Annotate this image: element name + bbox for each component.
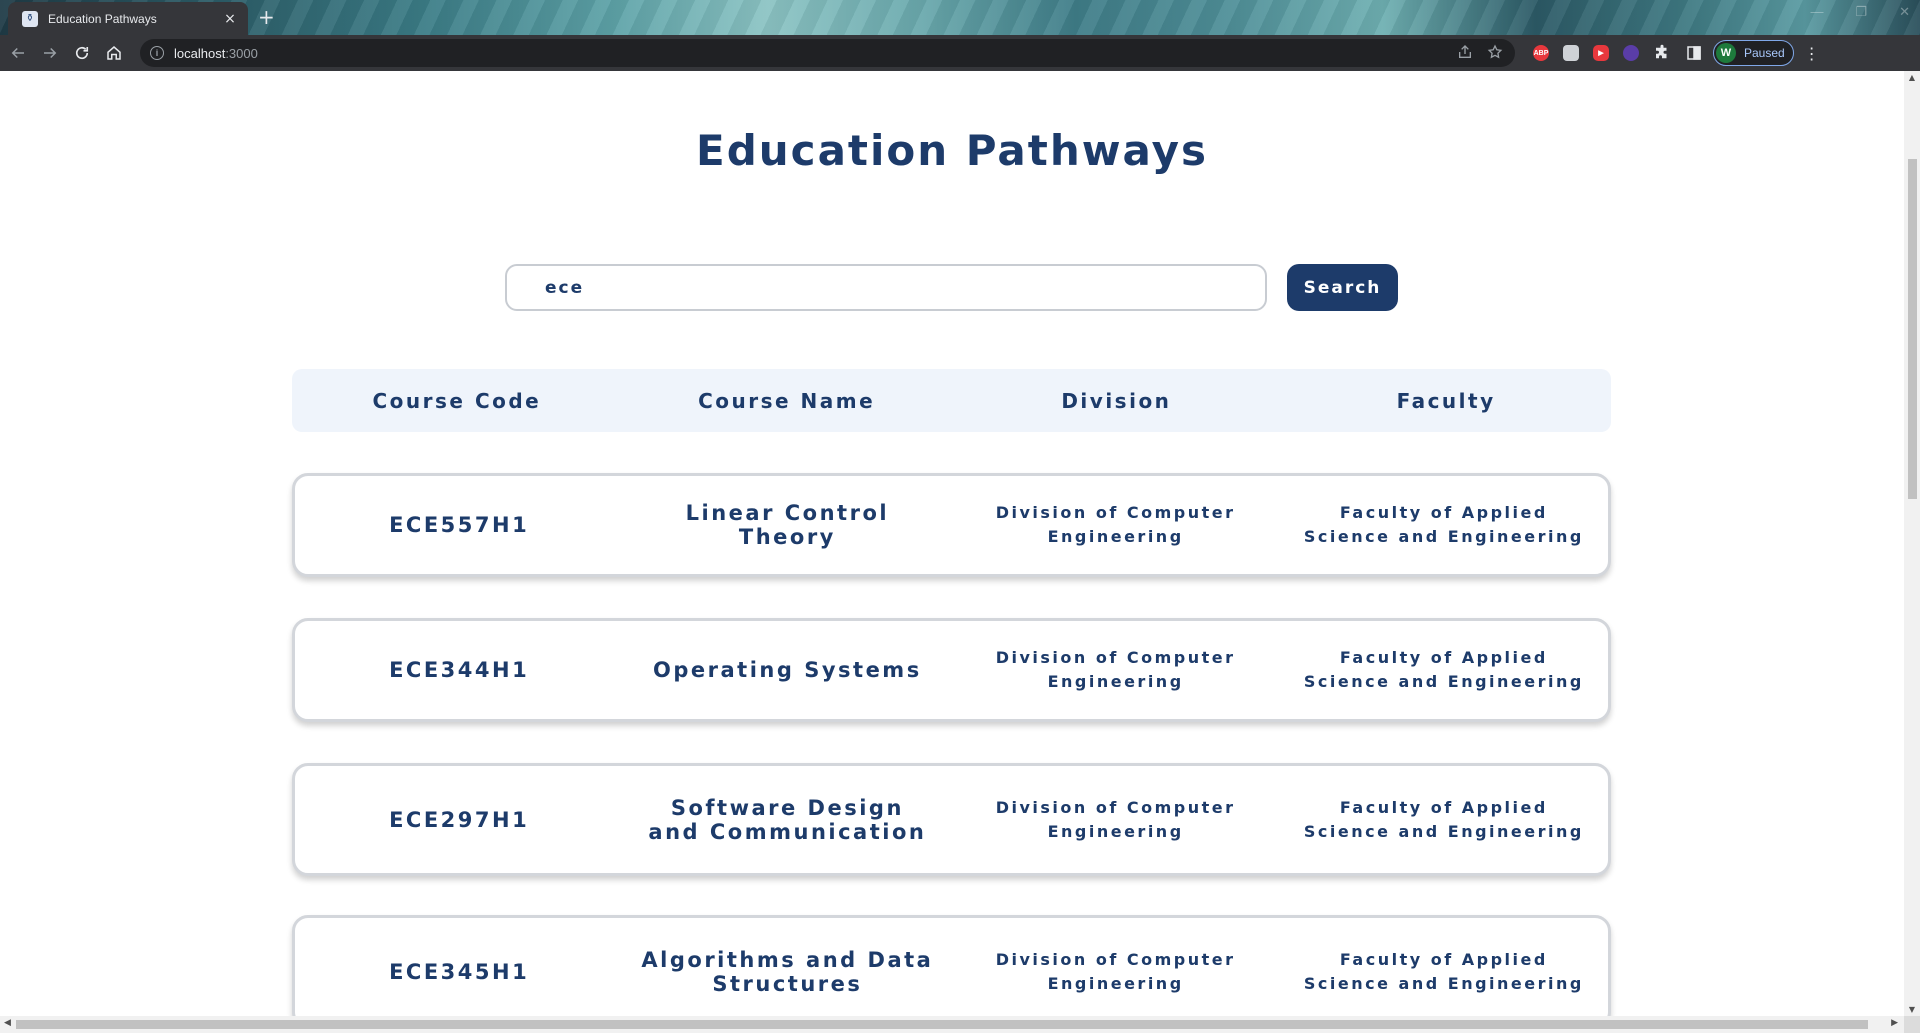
page-viewport: Education Pathways ece Search Course Cod… (0, 71, 1904, 1016)
minimize-icon[interactable]: — (1810, 4, 1823, 20)
extension-red-icon[interactable]: ▶ (1593, 45, 1609, 61)
new-tab-button[interactable]: + (258, 6, 275, 28)
address-bar[interactable]: i localhost:3000 (140, 39, 1515, 67)
extension-globe-icon[interactable] (1623, 45, 1639, 61)
course-row[interactable]: ECE344H1 Operating Systems Division of C… (292, 618, 1611, 722)
page-title: Education Pathways (696, 126, 1208, 175)
course-code: ECE297H1 (389, 807, 530, 832)
forward-icon (44, 47, 57, 59)
window-controls: — ❐ ✕ (1810, 4, 1910, 20)
course-name: Linear Control Theory (685, 501, 890, 549)
header-faculty: Faculty (1396, 388, 1496, 413)
scroll-right-arrow-icon[interactable]: ▶ (1891, 1018, 1898, 1028)
profile-status: Paused (1744, 46, 1785, 60)
course-row[interactable]: ECE557H1 Linear Control Theory Division … (292, 473, 1611, 577)
maximize-icon[interactable]: ❐ (1855, 4, 1867, 20)
browser-tab-active[interactable]: ⚱ Education Pathways × (8, 2, 248, 35)
extension-gray-icon[interactable] (1563, 45, 1579, 61)
browser-toolbar: i localhost:3000 ABP ▶ W Paused ⋮ (0, 35, 1920, 71)
vertical-scroll-thumb[interactable] (1908, 159, 1917, 499)
profile-avatar: W (1716, 43, 1736, 63)
results-table-header: Course Code Course Name Division Faculty (292, 369, 1611, 432)
back-button[interactable] (4, 39, 32, 67)
share-icon[interactable] (1457, 44, 1473, 60)
omnibox-actions (1457, 44, 1503, 60)
course-code: ECE557H1 (389, 513, 530, 537)
home-icon (107, 46, 121, 60)
course-faculty: Faculty of Applied Science and Engineeri… (1303, 648, 1584, 691)
extensions-area: ABP ▶ (1533, 44, 1703, 62)
header-course-name: Course Name (698, 388, 876, 413)
puzzle-icon[interactable] (1653, 44, 1671, 62)
search-row: ece Search (505, 264, 1398, 311)
course-division: Division of Computer Engineering (995, 797, 1236, 841)
reload-icon (75, 46, 89, 60)
home-button[interactable] (100, 39, 128, 67)
profile-button[interactable]: W Paused (1713, 40, 1794, 66)
tab-close-icon[interactable]: × (222, 11, 238, 27)
tab-favicon-icon: ⚱ (22, 10, 38, 27)
browser-titlebar: ⚱ Education Pathways × + — ❐ ✕ (0, 0, 1920, 35)
scroll-left-arrow-icon[interactable]: ◀ (4, 1018, 11, 1028)
back-icon (11, 47, 24, 59)
horizontal-scroll-thumb[interactable] (16, 1020, 1868, 1029)
course-faculty: Faculty of Applied Science and Engineeri… (1303, 503, 1584, 546)
course-division: Division of Computer Engineering (995, 648, 1236, 691)
course-code: ECE344H1 (389, 658, 530, 682)
vertical-scrollbar[interactable]: ▲ ▼ (1904, 71, 1920, 1016)
course-name: Software Design and Communication (648, 795, 927, 844)
header-division: Division (1061, 388, 1172, 413)
search-input[interactable]: ece (505, 264, 1267, 311)
site-info-icon[interactable]: i (150, 46, 164, 60)
url-port: :3000 (225, 45, 258, 61)
course-division: Division of Computer Engineering (995, 503, 1236, 546)
tab-title: Education Pathways (48, 11, 157, 26)
course-faculty: Faculty of Applied Science and Engineeri… (1303, 949, 1584, 993)
course-row[interactable]: ECE345H1 Algorithms and Data Structures … (292, 915, 1611, 1016)
horizontal-scrollbar[interactable]: ◀ ▶ (0, 1016, 1904, 1033)
star-icon[interactable] (1487, 44, 1503, 60)
header-course-code: Course Code (372, 388, 542, 413)
search-button[interactable]: Search (1287, 264, 1398, 311)
course-name: Operating Systems (653, 658, 922, 682)
course-name: Algorithms and Data Structures (641, 947, 934, 996)
close-window-icon[interactable]: ✕ (1899, 4, 1910, 20)
scroll-up-arrow-icon[interactable]: ▲ (1908, 73, 1916, 82)
menu-kebab-icon[interactable]: ⋮ (1804, 44, 1820, 63)
scroll-down-arrow-icon[interactable]: ▼ (1908, 1005, 1916, 1014)
url-text: localhost:3000 (174, 46, 258, 61)
course-faculty: Faculty of Applied Science and Engineeri… (1303, 797, 1584, 841)
reload-button[interactable] (68, 39, 96, 67)
course-code: ECE345H1 (389, 959, 530, 984)
url-host: localhost (174, 45, 226, 61)
scrollbar-corner (1904, 1016, 1920, 1033)
sidebar-icon[interactable] (1685, 44, 1703, 62)
course-division: Division of Computer Engineering (995, 949, 1236, 993)
adblock-extension-icon[interactable]: ABP (1533, 45, 1549, 61)
course-row[interactable]: ECE297H1 Software Design and Communicati… (292, 763, 1611, 876)
forward-button[interactable] (36, 39, 64, 67)
